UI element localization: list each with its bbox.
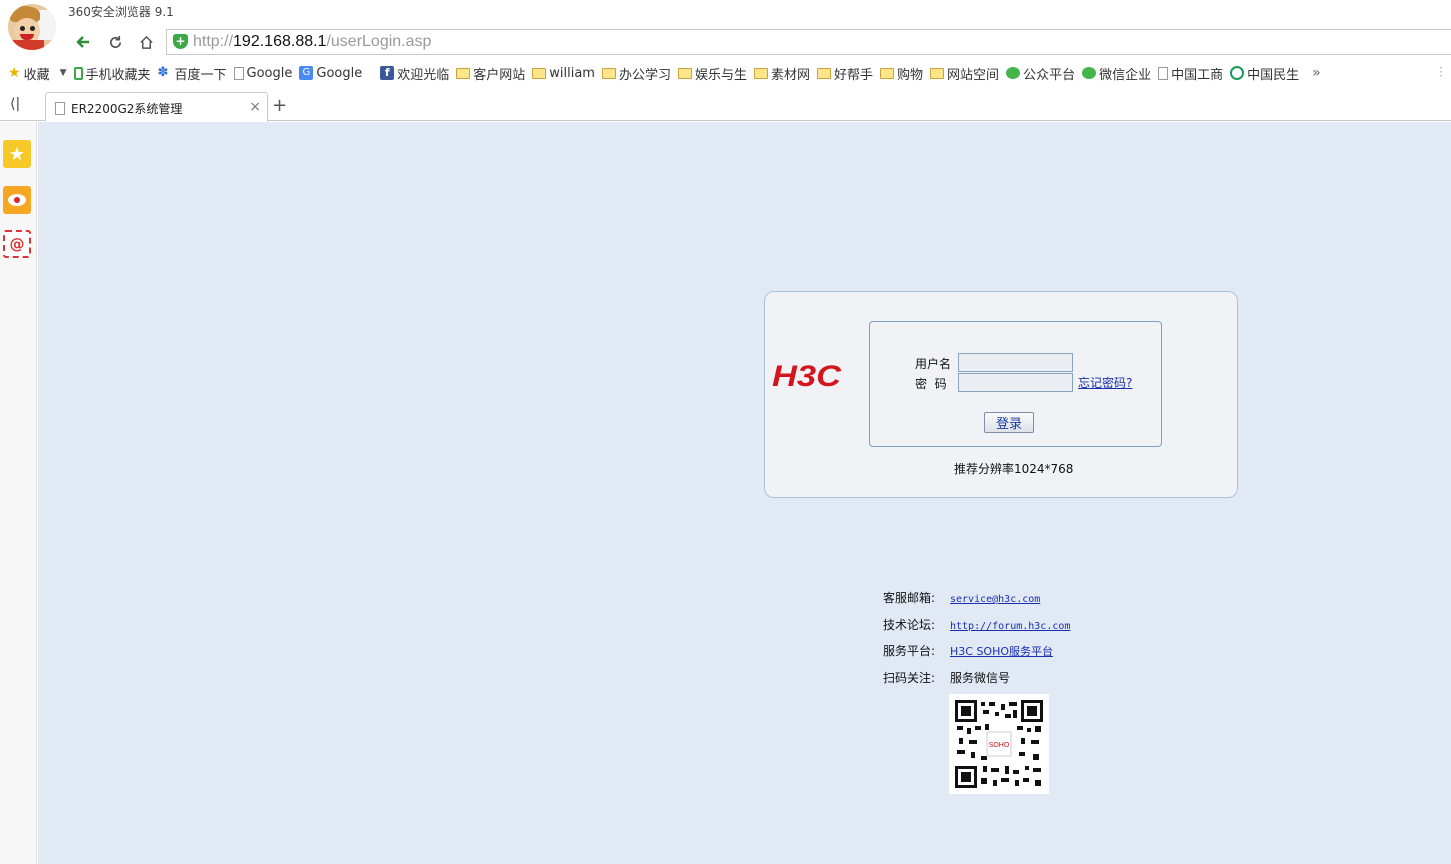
home-button[interactable] — [133, 30, 159, 54]
folder-icon — [930, 67, 945, 79]
folder-icon — [754, 67, 768, 79]
tab-label: ER2200G2系统管理 — [71, 102, 183, 116]
platform-row: 服务平台: H3C SOHO服务平台 — [883, 642, 1053, 659]
bookmark-baidu[interactable]: ✽ 百度一下 — [158, 64, 227, 83]
forgot-password-link[interactable]: 忘记密码? — [1078, 374, 1132, 391]
wechat-icon — [1006, 67, 1021, 79]
wechat-account-text: 服务微信号 — [950, 671, 1011, 685]
username-input[interactable] — [958, 353, 1073, 372]
new-tab-button[interactable]: + — [272, 95, 287, 116]
facebook-icon: f — [380, 66, 395, 80]
tab-router-admin[interactable]: ER2200G2系统管理 × — [45, 92, 268, 122]
close-icon[interactable]: × — [249, 99, 261, 115]
collapse-sidebar-icon[interactable]: ⟨| — [10, 96, 20, 112]
login-button[interactable]: 登录 — [984, 412, 1034, 433]
bookmark-icbc[interactable]: 中国工商 — [1158, 64, 1223, 83]
folder-icon — [677, 67, 692, 79]
folder-icon — [601, 67, 616, 79]
menu-dots-icon[interactable]: · · · — [1439, 62, 1443, 82]
weibo-icon[interactable] — [3, 186, 31, 214]
security-shield-icon: + — [173, 34, 188, 49]
folder-icon — [880, 67, 895, 79]
bookmark-welcome[interactable]: f 欢迎光临 — [380, 64, 449, 83]
password-input[interactable] — [958, 373, 1073, 392]
app-title: 360安全浏览器 9.1 — [68, 5, 174, 19]
forum-label: 技术论坛: — [883, 618, 936, 632]
bookmark-folder-clients[interactable]: 客户网站 — [456, 64, 525, 83]
bookmark-cmbc[interactable]: 中国民生 — [1230, 64, 1299, 83]
phone-icon — [73, 66, 83, 80]
email-link[interactable]: service@h3c.com — [950, 594, 1040, 605]
page-content: H3C 用户名 密 码 忘记密码? 登录 推荐分辨率1024*768 客服邮箱:… — [38, 122, 1451, 864]
bookmark-google-1[interactable]: Google — [233, 66, 292, 81]
folder-icon — [532, 67, 547, 79]
bookmark-folder-entertainment[interactable]: 娱乐与生 — [677, 64, 747, 83]
forum-link[interactable]: http://forum.h3c.com — [950, 621, 1070, 632]
url-text[interactable]: http://192.168.88.1/userLogin.asp — [193, 33, 431, 51]
page-icon — [233, 66, 244, 80]
google-translate-icon: G — [299, 66, 314, 80]
star-icon: ★ — [8, 65, 21, 81]
mail-icon[interactable]: @ — [3, 230, 31, 258]
bookmark-favorites[interactable]: ★ 收藏 ▼ — [8, 64, 67, 83]
title-bar: 360安全浏览器 9.1 — [0, 0, 1451, 50]
wechat-qr-code: SOHO — [949, 694, 1049, 794]
baidu-paw-icon: ✽ — [157, 64, 169, 80]
favorites-star-icon[interactable]: ★ — [3, 140, 31, 168]
page-icon — [1158, 66, 1169, 80]
bookmark-folder-william[interactable]: william — [532, 66, 595, 81]
platform-label: 服务平台: — [883, 644, 936, 658]
tab-bar: ⟨| ER2200G2系统管理 × + — [0, 88, 1451, 122]
bookmark-folder-materials[interactable]: 素材网 — [754, 64, 810, 83]
bookmark-folder-office[interactable]: 办公学习 — [601, 64, 671, 83]
bookmark-folder-hosting[interactable]: 网站空间 — [930, 64, 999, 83]
folder-icon — [817, 67, 832, 79]
more-bookmarks-icon[interactable]: » — [1312, 65, 1321, 81]
user-avatar[interactable] — [8, 4, 56, 50]
bookmark-folder-helpers[interactable]: 好帮手 — [817, 64, 873, 83]
chevron-down-icon[interactable]: ▼ — [60, 68, 67, 78]
username-label: 用户名 — [915, 357, 952, 371]
h3c-logo: H3C — [772, 360, 842, 393]
left-sidebar: ★ @ — [0, 122, 37, 864]
login-form: 用户名 密 码 忘记密码? 登录 — [869, 321, 1162, 447]
reload-icon — [109, 35, 121, 48]
bookmark-folder-shopping[interactable]: 购物 — [880, 64, 923, 83]
svg-text:SOHO: SOHO — [989, 742, 1010, 749]
home-icon — [139, 35, 153, 49]
back-button[interactable] — [70, 30, 96, 54]
platform-link[interactable]: H3C SOHO服务平台 — [950, 645, 1053, 658]
bookmark-google-2[interactable]: G Google — [299, 66, 362, 81]
back-arrow-icon — [76, 36, 89, 48]
folder-icon — [456, 67, 471, 79]
navigation-bar: + http://192.168.88.1/userLogin.asp — [0, 28, 1451, 58]
bank-icon — [1230, 66, 1245, 80]
page-icon — [55, 102, 65, 115]
forum-row: 技术论坛: http://forum.h3c.com — [883, 616, 1070, 633]
bookmarks-bar: ★ 收藏 ▼ 手机收藏夹 ✽ 百度一下 Google G Google f 欢迎光临 客户… — [0, 58, 1451, 88]
bookmark-wechat-enterprise[interactable]: 微信企业 — [1082, 64, 1151, 83]
scan-label: 扫码关注: — [883, 671, 936, 685]
resolution-hint: 推荐分辨率1024*768 — [954, 462, 1074, 476]
email-row: 客服邮箱: service@h3c.com — [883, 589, 1040, 606]
wechat-icon — [1082, 67, 1097, 79]
bookmark-mobile[interactable]: 手机收藏夹 — [73, 64, 151, 83]
address-bar[interactable]: + http://192.168.88.1/userLogin.asp — [166, 29, 1451, 55]
login-panel: H3C 用户名 密 码 忘记密码? 登录 推荐分辨率1024*768 — [764, 291, 1238, 498]
password-label: 密 码 — [915, 377, 947, 391]
bookmark-wechat-platform[interactable]: 公众平台 — [1006, 64, 1075, 83]
reload-button[interactable] — [102, 30, 128, 54]
scan-row: 扫码关注: 服务微信号 — [883, 669, 1010, 686]
email-label: 客服邮箱: — [883, 591, 936, 605]
